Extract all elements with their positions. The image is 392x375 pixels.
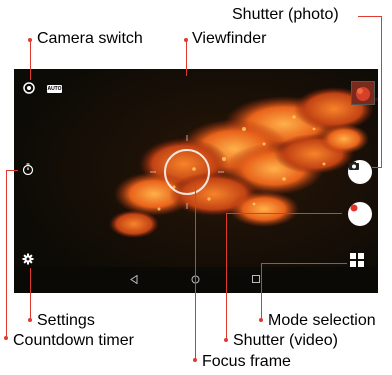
callout-shutter-video: Shutter (video)	[233, 332, 338, 349]
connector-camera-switch	[30, 40, 31, 80]
callout-focus-frame: Focus frame	[202, 353, 291, 370]
connector-shutter-video-h	[226, 213, 342, 214]
annotated-camera-screenshot: Shutter (photo) Camera switch Viewfinder…	[0, 0, 392, 375]
connector-focus	[195, 182, 196, 360]
connector-mode-h	[261, 263, 347, 264]
timer-icon[interactable]	[22, 163, 36, 177]
connector-viewfinder-dot	[184, 38, 188, 42]
record-dot-icon	[350, 204, 358, 212]
connector-timer-v	[6, 170, 7, 338]
shutter-photo-button[interactable]	[348, 160, 372, 184]
grid-icon[interactable]	[350, 253, 366, 269]
gallery-thumbnail[interactable]	[351, 81, 375, 105]
connector-viewfinder	[186, 40, 187, 76]
connector-shutter-photo-h2	[372, 167, 382, 168]
camera-switch-icon[interactable]	[23, 82, 37, 96]
connector-shutter-photo-h	[358, 16, 382, 17]
connector-settings	[30, 268, 31, 320]
connector-mode-v	[261, 263, 262, 320]
connector-settings-dot	[28, 318, 32, 322]
callout-camera-switch: Camera switch	[37, 30, 143, 47]
connector-mode-dot	[259, 318, 263, 322]
connector-shutter-video-v	[226, 213, 227, 340]
connector-timer-dot	[4, 336, 8, 340]
callout-countdown-timer: Countdown timer	[13, 332, 134, 349]
viewfinder-screen[interactable]: AUTO	[14, 69, 378, 293]
connector-camera-switch-dot	[28, 38, 32, 42]
connector-focus-dot	[193, 358, 197, 362]
focus-frame	[164, 149, 210, 195]
shutter-video-button[interactable]	[348, 202, 372, 226]
auto-badge: AUTO	[47, 85, 62, 93]
connector-shutter-video-dot	[224, 338, 228, 342]
callout-viewfinder: Viewfinder	[192, 30, 267, 47]
callout-shutter-photo: Shutter (photo)	[232, 6, 339, 23]
connector-timer-h	[6, 170, 18, 171]
gear-icon[interactable]	[22, 253, 36, 267]
callout-settings: Settings	[37, 312, 95, 329]
camera-icon	[349, 161, 359, 170]
callout-mode-selection: Mode selection	[268, 312, 376, 329]
connector-shutter-photo-v	[381, 16, 382, 168]
